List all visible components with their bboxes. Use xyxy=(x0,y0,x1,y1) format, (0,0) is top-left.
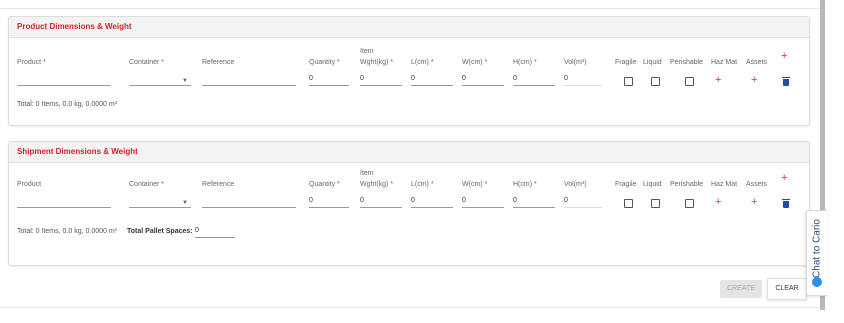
product-input[interactable] xyxy=(17,74,111,86)
product-section-title: Product Dimensions & Weight xyxy=(9,17,809,38)
header-height: H(cm) * xyxy=(513,59,537,66)
container-select[interactable]: ▼ xyxy=(129,74,191,86)
header-product: Product * xyxy=(17,59,46,66)
volume-readonly: 0 xyxy=(564,196,602,208)
hazmat-plus-icon[interactable]: + xyxy=(715,75,721,86)
header-length: L(cm) * xyxy=(411,181,434,188)
chat-label[interactable]: Chat to Cario xyxy=(812,217,823,281)
caret-down-icon: ▼ xyxy=(182,200,188,206)
header-liquid: Liquid xyxy=(643,59,662,66)
header-hazmat: Haz Mat xyxy=(711,181,738,188)
width-input[interactable]: 0 xyxy=(462,196,504,208)
product-dimensions-card: Product Dimensions & Weight Product * Co… xyxy=(8,16,810,126)
fragile-checkbox[interactable] xyxy=(624,77,633,86)
hazmat-plus-icon[interactable]: + xyxy=(715,197,721,208)
header-quantity: Quantity * xyxy=(309,181,340,188)
volume-readonly: 0 xyxy=(564,74,602,86)
header-reference: Reference xyxy=(202,181,235,188)
header-assets: Assets xyxy=(746,59,768,66)
length-input[interactable]: 0 xyxy=(411,74,453,86)
add-row-plus-icon[interactable]: + xyxy=(781,173,787,184)
header-item-weight-2: Wght(kg) * xyxy=(360,59,394,66)
caret-down-icon: ▼ xyxy=(182,78,188,84)
header-container: Container * xyxy=(129,59,165,66)
fragile-checkbox[interactable] xyxy=(624,199,633,208)
header-assets: Assets xyxy=(746,181,768,188)
product-total: Total: 0 Items, 0.0 kg, 0.0000 m³ xyxy=(17,101,117,108)
header-volume: Vol(m³) xyxy=(564,59,587,66)
perishable-checkbox[interactable] xyxy=(685,77,694,86)
item-weight-input[interactable]: 0 xyxy=(360,196,402,208)
height-input[interactable]: 0 xyxy=(513,196,555,208)
header-item-weight-1: Item xyxy=(360,170,374,177)
header-fragile: Fragile xyxy=(615,59,637,66)
shipment-section-title: Shipment Dimensions & Weight xyxy=(9,142,809,163)
reference-input[interactable] xyxy=(202,196,296,208)
header-perishable: Perishable xyxy=(670,181,704,188)
reference-input[interactable] xyxy=(202,74,296,86)
chat-tab[interactable]: Chat to Cario xyxy=(806,210,827,296)
width-input[interactable]: 0 xyxy=(462,74,504,86)
header-hazmat: Haz Mat xyxy=(711,59,738,66)
quantity-input[interactable]: 0 xyxy=(309,74,349,86)
header-length: L(cm) * xyxy=(411,59,434,66)
pallet-spaces-label-text: Total Pallet Spaces: xyxy=(127,228,193,235)
delete-row-trash-icon[interactable] xyxy=(782,77,790,86)
header-item-weight-1: Item xyxy=(360,48,374,55)
header-volume: Vol(m³) xyxy=(564,181,587,188)
pallet-spaces-label: Total Pallet Spaces: xyxy=(127,228,193,235)
create-button[interactable]: CREATE xyxy=(720,280,762,298)
add-row-plus-icon[interactable]: + xyxy=(781,51,787,62)
header-perishable: Perishable xyxy=(670,59,704,66)
item-weight-input[interactable]: 0 xyxy=(360,74,402,86)
perishable-checkbox[interactable] xyxy=(685,199,694,208)
chat-bubble-icon[interactable] xyxy=(812,277,822,287)
delete-row-trash-icon[interactable] xyxy=(782,199,790,208)
pallet-spaces-input[interactable]: 0 xyxy=(195,226,235,238)
header-liquid: Liquid xyxy=(643,181,662,188)
quantity-input[interactable]: 0 xyxy=(309,196,349,208)
header-reference: Reference xyxy=(202,59,235,66)
liquid-checkbox[interactable] xyxy=(651,199,660,208)
height-input[interactable]: 0 xyxy=(513,74,555,86)
header-product: Product xyxy=(17,181,42,188)
top-divider xyxy=(0,8,820,9)
bottom-divider xyxy=(0,307,820,308)
header-width: W(cm) * xyxy=(462,181,488,188)
assets-plus-icon[interactable]: + xyxy=(751,75,757,86)
header-container: Container * xyxy=(129,181,165,188)
length-input[interactable]: 0 xyxy=(411,196,453,208)
product-input[interactable] xyxy=(17,196,111,208)
header-fragile: Fragile xyxy=(615,181,637,188)
shipment-dimensions-card: Shipment Dimensions & Weight Product Con… xyxy=(8,141,810,266)
header-width: W(cm) * xyxy=(462,59,488,66)
header-quantity: Quantity * xyxy=(309,59,340,66)
container-select[interactable]: ▼ xyxy=(129,196,191,208)
shipment-total: Total: 0 Items, 0.0 kg, 0.0000 m³ xyxy=(17,228,117,235)
clear-button[interactable]: CLEAR xyxy=(767,278,807,300)
header-height: H(cm) * xyxy=(513,181,537,188)
header-item-weight-2: Wght(kg) * xyxy=(360,181,394,188)
assets-plus-icon[interactable]: + xyxy=(751,197,757,208)
liquid-checkbox[interactable] xyxy=(651,77,660,86)
